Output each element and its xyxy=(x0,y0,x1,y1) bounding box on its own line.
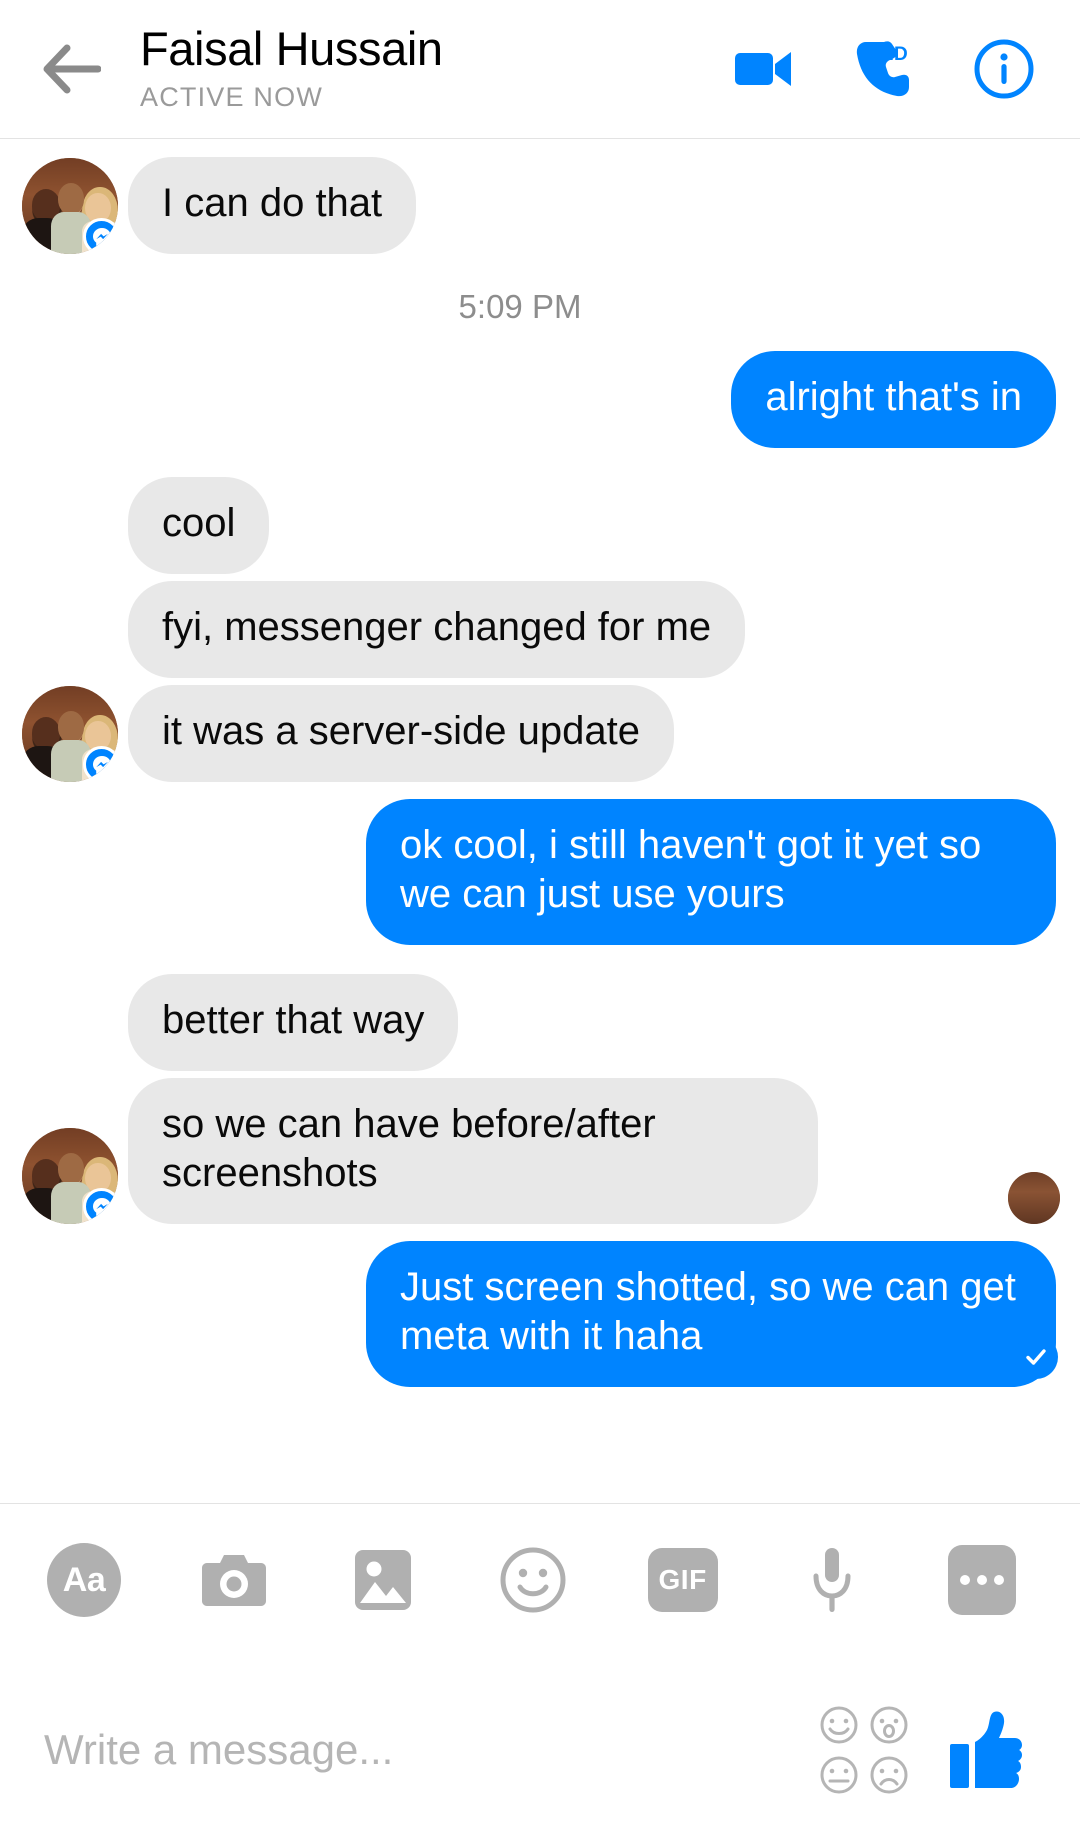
message-row: ok cool, i still haven't got it yet so w… xyxy=(0,799,1080,945)
smiley-icon xyxy=(500,1547,566,1613)
audio-call-button[interactable]: HD xyxy=(852,37,916,101)
back-button[interactable] xyxy=(34,31,110,107)
message-thread[interactable]: I can do that 5:09 PM alright that's in … xyxy=(0,139,1080,1503)
avatar-slot xyxy=(22,686,118,782)
active-status: ACTIVE NOW xyxy=(140,81,324,112)
thread-gap xyxy=(0,789,1080,799)
gif-icon: GIF xyxy=(647,1548,718,1612)
header-title-block[interactable]: Faisal Hussain ACTIVE NOW xyxy=(110,21,732,114)
thumbs-up-icon xyxy=(949,1709,1023,1791)
voice-button[interactable] xyxy=(792,1540,872,1620)
svg-text:HD: HD xyxy=(880,44,907,65)
arrow-left-icon xyxy=(43,44,101,94)
camera-icon xyxy=(201,1550,267,1610)
message-bubble[interactable]: better that way xyxy=(128,974,459,1071)
conversation-header: Faisal Hussain ACTIVE NOW HD xyxy=(0,0,1080,139)
messenger-badge-icon xyxy=(83,1188,118,1224)
message-input-row xyxy=(0,1656,1080,1844)
composer: Aa GIF Write a message... xyxy=(0,1503,1080,1844)
message-row: better that way xyxy=(0,974,1080,1071)
gallery-button[interactable] xyxy=(343,1540,423,1620)
message-timestamp: 5:09 PM xyxy=(458,288,582,325)
thread-gap xyxy=(0,455,1080,477)
messenger-badge-icon xyxy=(83,746,118,782)
more-options-button[interactable] xyxy=(942,1540,1022,1620)
send-like-button[interactable] xyxy=(938,1702,1034,1798)
message-row: fyi, messenger changed for me xyxy=(0,581,1080,678)
message-row: alright that's in xyxy=(0,351,1080,448)
seen-avatar-photo xyxy=(1008,1172,1060,1224)
message-row: I can do that xyxy=(0,157,1080,254)
sticker-button[interactable] xyxy=(493,1540,573,1620)
avatar-slot xyxy=(22,1128,118,1224)
gif-button[interactable]: GIF xyxy=(643,1540,723,1620)
check-circle-icon xyxy=(1014,1335,1058,1379)
avatar-slot xyxy=(22,158,118,254)
message-row: cool xyxy=(0,477,1080,574)
message-bubble[interactable]: I can do that xyxy=(128,157,417,254)
messenger-conversation-screen: Faisal Hussain ACTIVE NOW HD I can do th… xyxy=(0,0,1080,1844)
text-format-button[interactable]: Aa xyxy=(44,1540,124,1620)
avatar[interactable] xyxy=(22,1128,118,1224)
photo-icon xyxy=(354,1549,412,1611)
avatar[interactable] xyxy=(22,686,118,782)
message-bubble[interactable]: cool xyxy=(128,477,270,574)
message-bubble[interactable]: Just screen shotted, so we can get meta … xyxy=(366,1241,1056,1387)
phone-hd-icon: HD xyxy=(854,38,914,100)
video-camera-icon xyxy=(734,48,794,90)
avatar[interactable] xyxy=(22,158,118,254)
header-actions: HD xyxy=(732,37,1052,101)
composer-toolbar: Aa GIF xyxy=(0,1504,1080,1656)
message-bubble[interactable]: fyi, messenger changed for me xyxy=(128,581,746,678)
message-bubble[interactable]: so we can have before/after screenshots xyxy=(128,1078,818,1224)
message-bubble[interactable]: alright that's in xyxy=(731,351,1056,448)
thread-gap xyxy=(0,952,1080,974)
seen-avatar[interactable] xyxy=(1008,1172,1060,1224)
thread-gap xyxy=(0,1231,1080,1241)
message-row: it was a server-side update xyxy=(0,685,1080,782)
camera-button[interactable] xyxy=(194,1540,274,1620)
message-bubble[interactable]: it was a server-side update xyxy=(128,685,675,782)
message-bubble[interactable]: ok cool, i still haven't got it yet so w… xyxy=(366,799,1056,945)
conversation-info-button[interactable] xyxy=(972,37,1036,101)
contact-name: Faisal Hussain xyxy=(140,21,443,75)
video-call-button[interactable] xyxy=(732,37,796,101)
message-row: so we can have before/after screenshots xyxy=(0,1078,1080,1224)
messenger-badge-icon xyxy=(83,218,118,254)
aa-icon: Aa xyxy=(47,1543,121,1617)
microphone-icon xyxy=(809,1546,855,1614)
message-input[interactable] xyxy=(44,1725,790,1775)
message-row: Just screen shotted, so we can get meta … xyxy=(0,1241,1080,1387)
info-circle-icon xyxy=(973,38,1035,100)
ellipsis-icon xyxy=(947,1545,1016,1615)
emoji-grid-icon[interactable] xyxy=(816,1702,912,1798)
